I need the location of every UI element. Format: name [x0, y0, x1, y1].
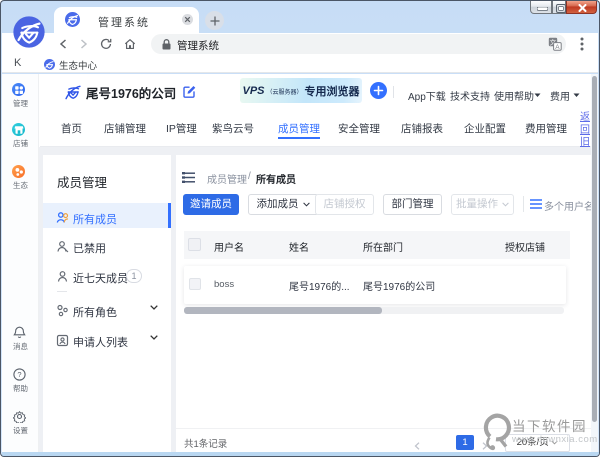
svg-text:?: ? [17, 370, 21, 379]
svg-text:A: A [555, 44, 560, 51]
